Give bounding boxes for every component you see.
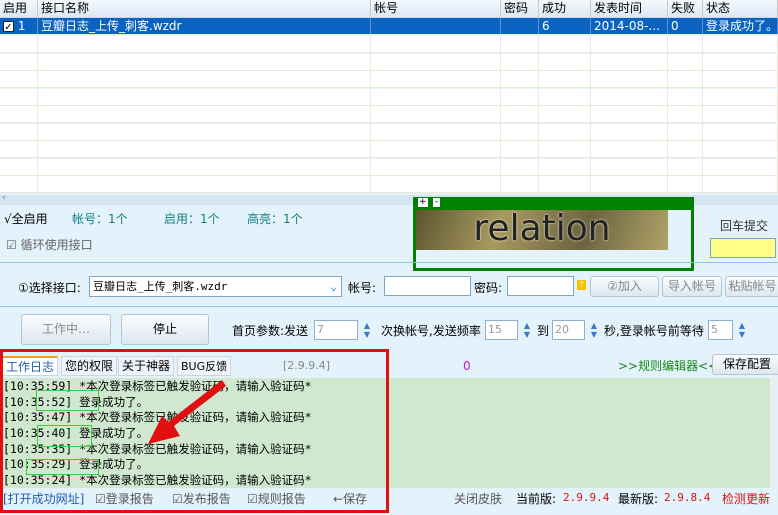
- interface-selected: 豆瓣日志_上传_刺客.wzdr: [93, 280, 228, 293]
- password-input[interactable]: [507, 276, 574, 296]
- working-button[interactable]: 工作中…: [21, 314, 111, 345]
- freq-min-stepper[interactable]: 15 ▲ ▼: [485, 320, 530, 340]
- paste-accounts-button[interactable]: 粘贴帐号: [725, 276, 778, 297]
- enabled-count: 启用：1个: [164, 212, 220, 226]
- current-version: 2.9.9.4: [563, 491, 610, 504]
- chevron-down-icon: ⌄: [330, 280, 337, 293]
- row-name: 豆瓣日志_上传_刺客.wzdr: [38, 18, 371, 34]
- row-time: 2014-08-...: [591, 18, 668, 34]
- empty-row: [0, 88, 778, 106]
- col-enabled[interactable]: 启用: [0, 0, 38, 17]
- empty-row: [0, 71, 778, 88]
- latest-version-label: 最新版:: [618, 492, 659, 506]
- empty-row: [0, 158, 778, 176]
- loop-checkbox[interactable]: ☑ 循环使用接口: [6, 236, 93, 253]
- interface-select[interactable]: 豆瓣日志_上传_刺客.wzdr ⌄: [89, 276, 342, 297]
- row-success: 6: [539, 18, 591, 34]
- table-header: 启用 接口名称 帐号 密码 成功 发表时间 失败 状态: [0, 0, 778, 18]
- close-skin-link[interactable]: 关闭皮肤: [454, 490, 502, 507]
- password-label: 密码:: [474, 281, 503, 295]
- scroll-left-icon[interactable]: ‹: [2, 193, 6, 203]
- send-count-stepper[interactable]: 7 ▲ ▼: [314, 320, 370, 340]
- captcha-image: relation: [416, 210, 668, 250]
- send-label: 首页参数:发送: [232, 324, 309, 338]
- row-account: [371, 18, 501, 34]
- loop-label: 循环使用接口: [20, 238, 93, 252]
- account-input[interactable]: [384, 276, 471, 296]
- help-icon[interactable]: ?: [577, 280, 586, 290]
- row-password: [501, 18, 539, 34]
- save-config-button[interactable]: 保存配置: [712, 354, 778, 375]
- empty-row: [0, 53, 778, 71]
- freq-max-stepper[interactable]: 20 ▲ ▼: [552, 320, 597, 340]
- wait-label: 秒,登录帐号前等待: [604, 324, 704, 338]
- enable-all-button[interactable]: √全启用: [4, 210, 48, 227]
- divider: [0, 262, 778, 263]
- col-fail[interactable]: 失败: [668, 0, 703, 17]
- annotation-frame: [0, 349, 389, 513]
- divider: [0, 306, 778, 307]
- wait-stepper[interactable]: 5 ▲ ▼: [708, 320, 745, 340]
- to-label: 到: [537, 324, 550, 338]
- select-interface-label: ①选择接口:: [18, 281, 81, 295]
- add-button[interactable]: ②加入: [590, 276, 659, 297]
- latest-version: 2.9.8.4: [664, 491, 711, 504]
- import-accounts-button[interactable]: 导入帐号: [662, 276, 722, 297]
- account-label: 帐号:: [348, 281, 377, 295]
- col-name[interactable]: 接口名称: [38, 0, 371, 17]
- table-row[interactable]: ✓ 1 豆瓣日志_上传_刺客.wzdr 6 2014-08-... 0 登录成功…: [0, 18, 778, 35]
- highlight-count: 高亮：1个: [247, 212, 303, 226]
- current-version-label: 当前版:: [516, 492, 557, 506]
- zoom-out-button[interactable]: -: [433, 198, 441, 207]
- empty-row: [0, 141, 778, 158]
- row-status: 登录成功了。: [703, 18, 778, 34]
- row-checkbox[interactable]: ✓: [3, 21, 14, 33]
- col-account[interactable]: 帐号: [371, 0, 501, 17]
- empty-row: [0, 123, 778, 141]
- row-index: 1: [17, 19, 26, 33]
- col-success[interactable]: 成功: [539, 0, 591, 17]
- rule-editor-link[interactable]: >>规则编辑器<<: [618, 357, 718, 374]
- stop-button[interactable]: 停止: [121, 314, 209, 345]
- check-update-link[interactable]: 检测更新: [722, 490, 770, 507]
- empty-row: [0, 176, 778, 193]
- empty-row: [0, 106, 778, 123]
- col-status[interactable]: 状态: [703, 0, 778, 17]
- empty-row: [0, 36, 778, 53]
- submit-label: 回车提交: [720, 219, 769, 233]
- frequency-label: 次换帐号,发送频率: [381, 324, 481, 338]
- zoom-in-button[interactable]: +: [418, 198, 428, 207]
- counter: 0: [463, 359, 471, 373]
- col-password[interactable]: 密码: [501, 0, 539, 17]
- account-count: 帐号：1个: [72, 212, 128, 226]
- captcha-input[interactable]: [710, 238, 776, 258]
- captcha-box: + - relation: [413, 197, 694, 271]
- row-fail: 0: [668, 18, 703, 34]
- col-time[interactable]: 发表时间: [591, 0, 668, 17]
- log-scrollbar[interactable]: [770, 378, 778, 488]
